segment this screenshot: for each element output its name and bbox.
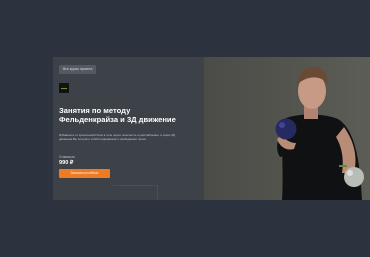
hero-photo (204, 57, 370, 200)
price-value: 990 ₽ (59, 160, 74, 166)
wristband (339, 165, 347, 167)
course-info-panel: Все курсы проекта Занятия по методу Фель… (53, 57, 204, 200)
logo-mark (61, 87, 67, 89)
course-card: Все курсы проекта Занятия по методу Фель… (53, 57, 370, 200)
hero-photo-illustration (275, 66, 364, 200)
price-label: Стоимость (59, 155, 75, 159)
dark-ball-highlight (279, 122, 285, 128)
all-courses-button[interactable]: Все курсы проекта (59, 65, 97, 74)
course-description: Избавьтесь от хронической боли в теле че… (59, 133, 175, 141)
light-gray-ball (344, 167, 364, 187)
brand-logo-icon (59, 83, 69, 93)
light-ball-highlight (347, 170, 353, 176)
enroll-button[interactable]: Записаться сейчас (59, 169, 110, 178)
decorative-outline (113, 185, 158, 200)
dark-blue-ball (275, 118, 297, 140)
course-title: Занятия по методу Фельденкрайза и 3Д дви… (59, 106, 176, 124)
